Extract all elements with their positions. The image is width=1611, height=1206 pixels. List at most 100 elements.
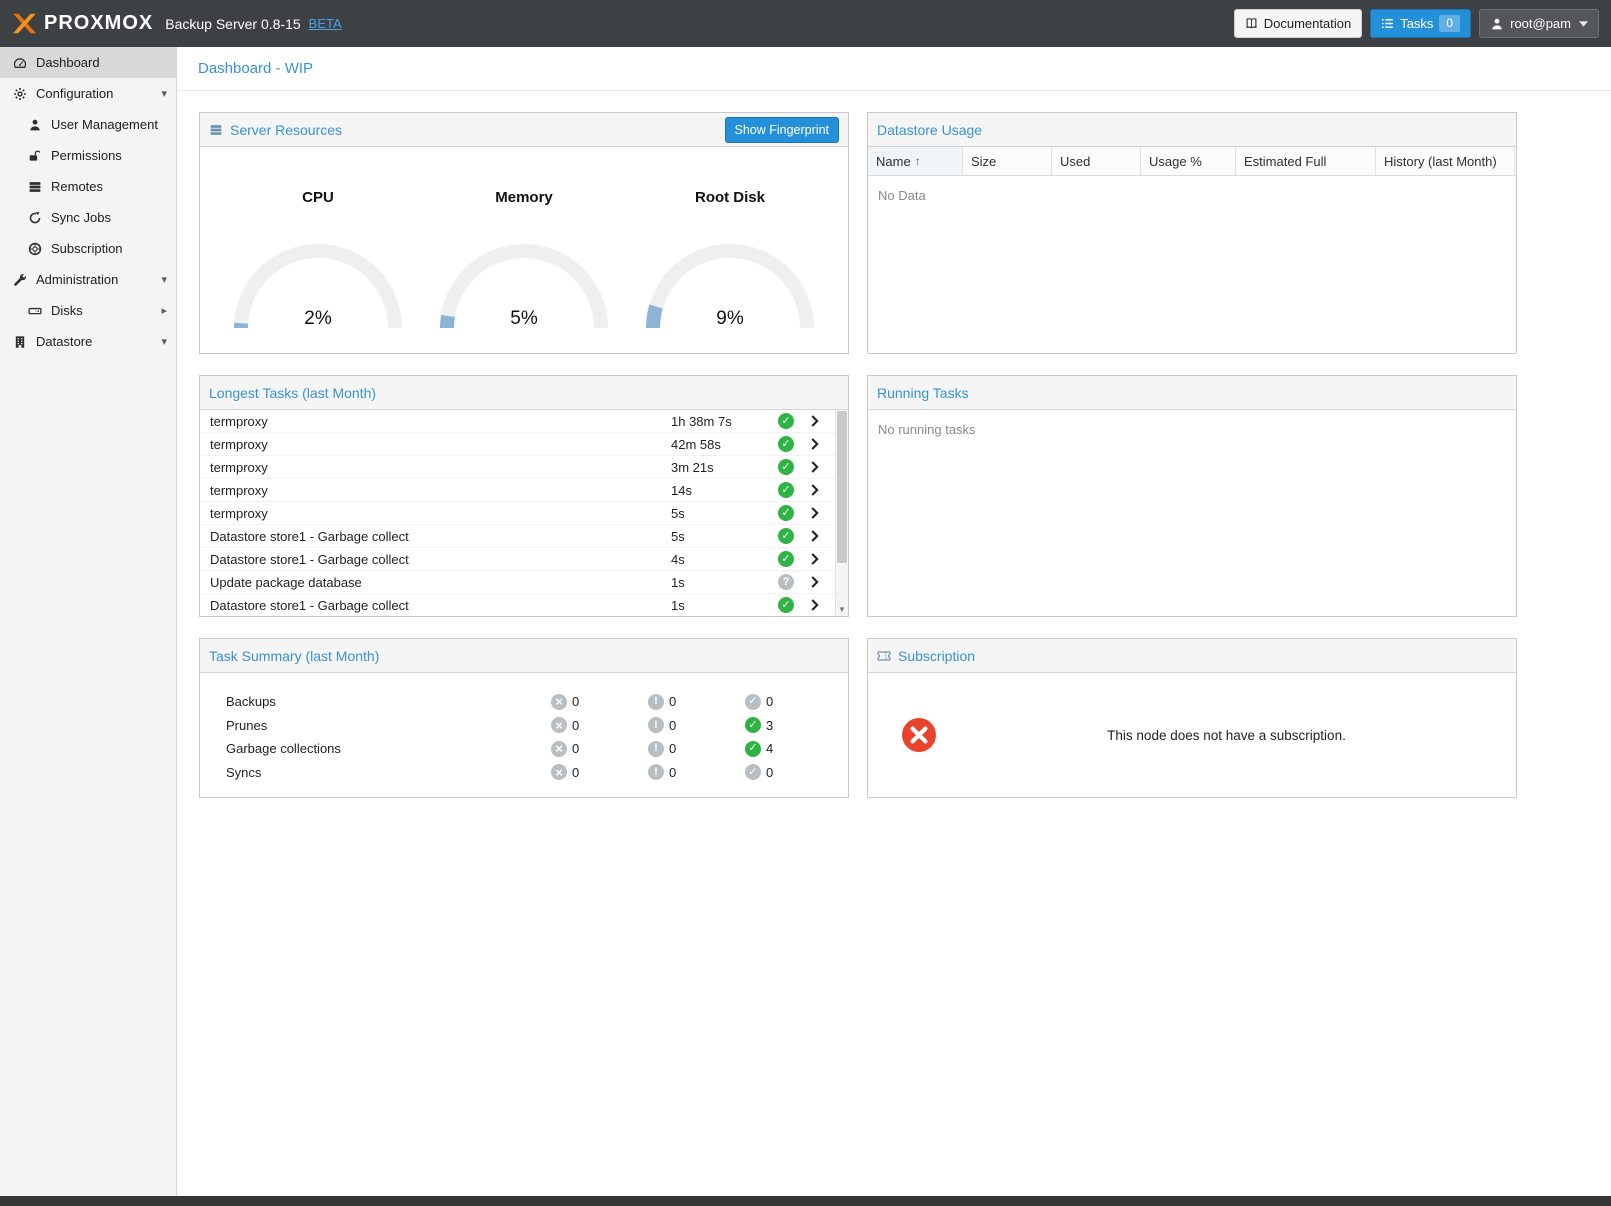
column-header-history-last-month[interactable]: History (last Month) [1376,147,1515,175]
show-fingerprint-button[interactable]: Show Fingerprint [725,117,840,143]
no-running-tasks-text: No running tasks [868,410,1516,449]
ok-count-icon [745,694,761,710]
scroll-down-arrow-icon[interactable]: ▼ [836,602,848,616]
task-row[interactable]: Datastore store1 - Garbage collect 4s [200,548,835,571]
user-menu-button[interactable]: root@pam [1479,9,1599,38]
sidebar-nav: Dashboard Configuration ▾ User Managemen… [0,47,176,357]
no-subscription-icon [901,717,937,753]
ok-status-icon [778,459,794,475]
task-row[interactable]: termproxy 5s [200,502,835,525]
task-row[interactable]: termproxy 1h 38m 7s [200,410,835,433]
column-header-name[interactable]: Name ↑ [868,147,963,175]
column-header-estimated-full[interactable]: Estimated Full [1236,147,1376,175]
sidebar-item-disks[interactable]: Disks ▸ [0,295,176,326]
expand-arrow-icon: ▾ [161,335,167,348]
chevron-right-icon[interactable] [811,576,835,588]
longest-tasks-title: Longest Tasks (last Month) [209,385,376,401]
column-header-usage[interactable]: Usage % [1141,147,1236,175]
datastore-table-header: Name ↑ Size Used Usage % Estimated Full … [868,147,1516,176]
chevron-right-icon[interactable] [811,553,835,565]
task-row[interactable]: Datastore store1 - Garbage collect 5s [200,525,835,548]
task-summary-row-prunes: Prunes 0 0 3 [200,714,848,738]
sidebar-item-permissions[interactable]: Permissions [0,140,176,171]
expand-arrow-icon: ▾ [161,273,167,286]
task-summary-row-syncs: Syncs 0 0 0 [200,761,848,785]
subscription-panel: Subscription This node does not have a s… [867,638,1517,798]
documentation-button[interactable]: Documentation [1234,9,1362,38]
ok-status-icon [778,436,794,452]
app-window: PROXMOX Backup Server 0.8-15 BETA Docume… [0,0,1611,1206]
gauge-cpu: CPU 2% [218,147,418,353]
error-count-icon [551,764,567,780]
task-row[interactable]: Datastore store1 - Garbage collect 1s [200,594,835,616]
scrollbar-thumb[interactable] [837,411,847,563]
error-count-icon [551,717,567,733]
chevron-right-icon[interactable] [811,461,835,473]
task-row[interactable]: termproxy 42m 58s [200,433,835,456]
gauge-arc: 5% [424,238,624,332]
beta-link[interactable]: BETA [309,16,342,31]
tasks-button[interactable]: Tasks 0 [1370,9,1471,38]
no-data-text: No Data [868,176,1516,215]
sidebar-item-subscription[interactable]: Subscription [0,233,176,264]
scrollbar[interactable]: ▼ [835,410,848,616]
subscription-body: This node does not have a subscription. [868,673,1516,797]
gauge-arc: 2% [218,238,418,332]
ok-status-icon [778,413,794,429]
main-content: Dashboard - WIP Server Resources Show Fi… [177,47,1611,1196]
product-version: Backup Server 0.8-15 [165,16,300,32]
user-label: root@pam [1510,16,1571,31]
chevron-right-icon[interactable] [811,530,835,542]
sidebar-item-dashboard[interactable]: Dashboard [0,47,176,78]
tasks-label: Tasks [1400,16,1433,31]
task-summary-row-backups: Backups 0 0 0 [200,690,848,714]
proxmox-x-icon [12,13,37,34]
task-row[interactable]: termproxy 14s [200,479,835,502]
sidebar-item-sync-jobs[interactable]: Sync Jobs [0,202,176,233]
ok-status-icon [778,551,794,567]
task-summary-panel: Task Summary (last Month) Backups 0 0 0 … [199,638,849,798]
subscription-header: Subscription [868,639,1516,673]
column-header-size[interactable]: Size [963,147,1052,175]
chevron-right-icon[interactable] [811,599,835,611]
longest-tasks-header: Longest Tasks (last Month) [200,376,848,410]
window-bottom-edge [0,1196,1611,1206]
task-row[interactable]: termproxy 3m 21s [200,456,835,479]
refresh-icon [26,211,44,225]
warning-count-icon [648,694,664,710]
server-resources-panel: Server Resources Show Fingerprint CPU 2%… [199,112,849,354]
task-list-icon [1381,17,1394,30]
error-count-icon [551,694,567,710]
task-summary-row-garbage-collections: Garbage collections 0 0 4 [200,737,848,761]
gauge-arc: 9% [630,238,830,332]
page-title: Dashboard - WIP [198,60,313,77]
task-row[interactable]: Update package database 1s [200,571,835,594]
task-list: termproxy 1h 38m 7s termproxy 42m 58s te… [200,410,835,616]
ticket-icon [877,649,891,663]
longest-tasks-body: termproxy 1h 38m 7s termproxy 42m 58s te… [200,410,848,616]
sidebar-item-user-management[interactable]: User Management [0,109,176,140]
sidebar-item-configuration[interactable]: Configuration ▾ [0,78,176,109]
sidebar-item-datastore[interactable]: Datastore ▾ [0,326,176,357]
sidebar-item-remotes[interactable]: Remotes [0,171,176,202]
tachometer-icon [11,56,29,70]
gauge-root-disk: Root Disk 9% [630,147,830,353]
ok-status-icon [778,505,794,521]
ok-count-icon [745,741,761,757]
chevron-right-icon[interactable] [811,507,835,519]
task-summary-header: Task Summary (last Month) [200,639,848,673]
user-icon [1490,17,1504,31]
datastore-usage-header: Datastore Usage [868,113,1516,147]
subscription-message: This node does not have a subscription. [937,728,1516,743]
chevron-right-icon[interactable] [811,415,835,427]
sidebar-item-administration[interactable]: Administration ▾ [0,264,176,295]
warning-count-icon [648,717,664,733]
caret-down-icon [1579,21,1588,27]
chevron-right-icon[interactable] [811,484,835,496]
chevron-right-icon[interactable] [811,438,835,450]
documentation-label: Documentation [1264,16,1351,31]
proxmox-logo: PROXMOX [12,12,153,35]
column-header-used[interactable]: Used [1052,147,1141,175]
ok-status-icon [778,597,794,613]
tasks-count-badge: 0 [1439,15,1460,33]
